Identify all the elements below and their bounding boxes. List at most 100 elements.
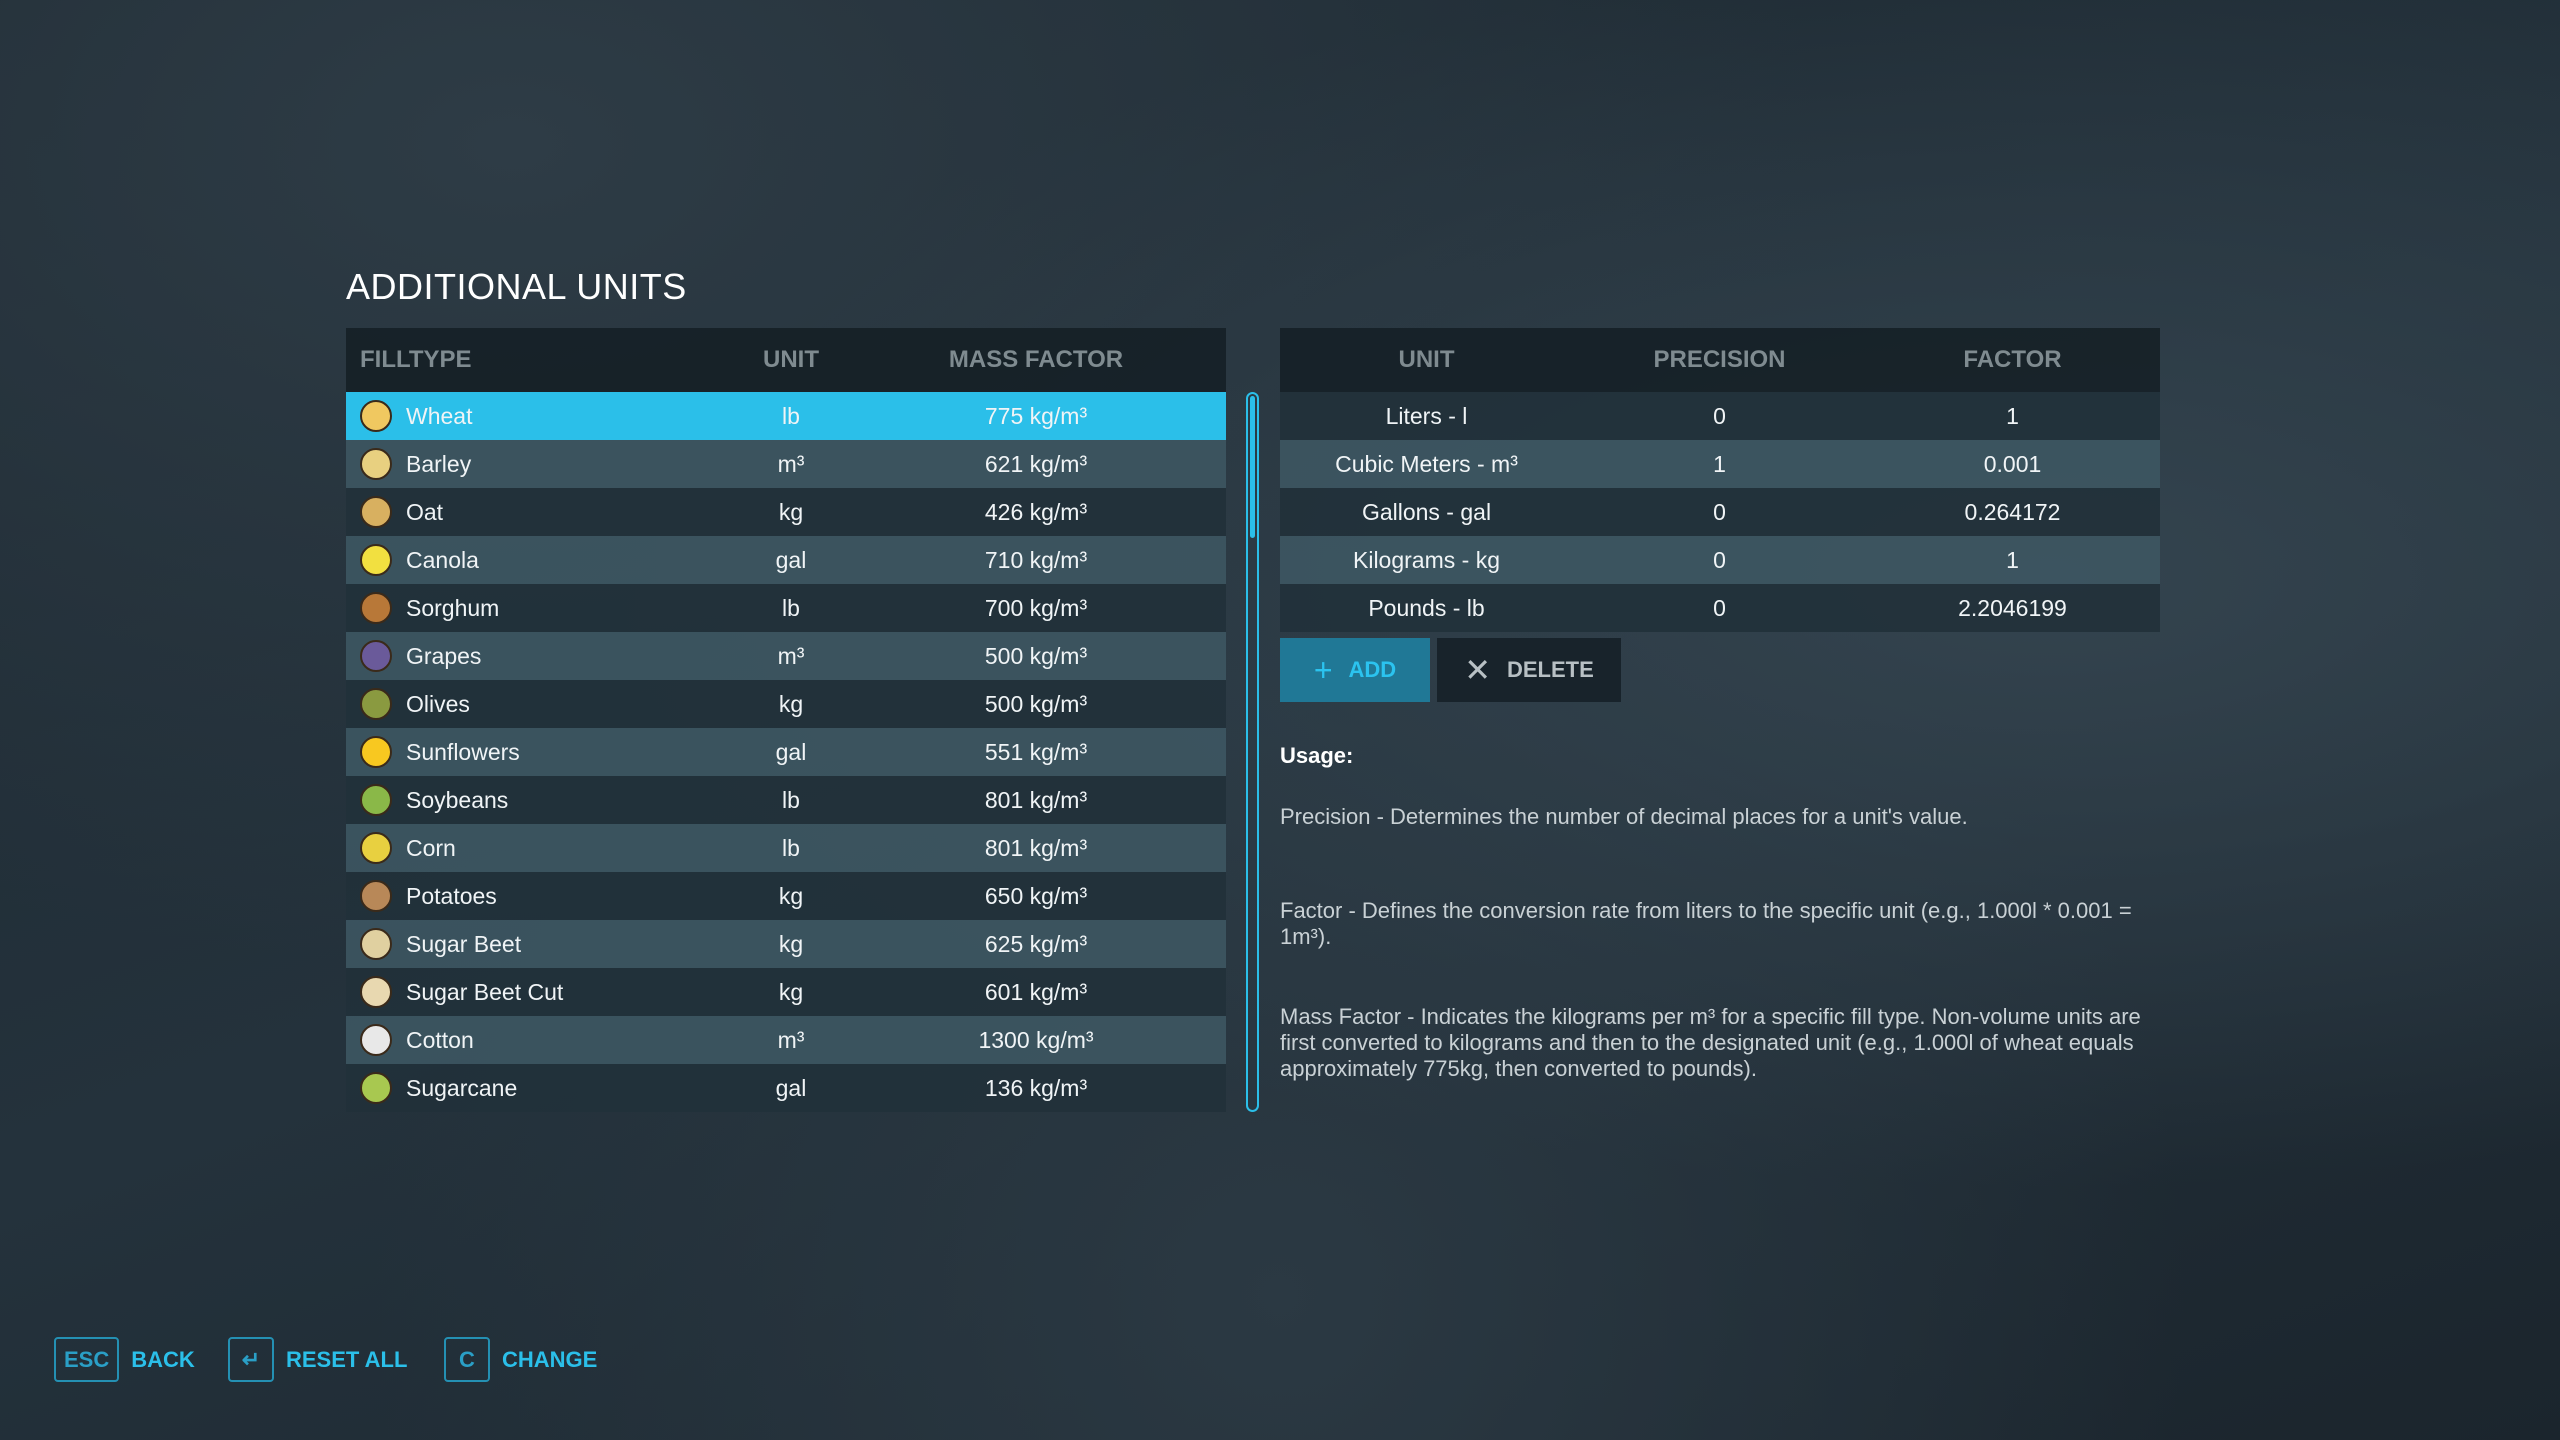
change-label: CHANGE bbox=[502, 1346, 598, 1372]
filltype-row[interactable]: Barley m³ 621 kg/m³ bbox=[346, 440, 1226, 488]
filltype-unit: m³ bbox=[777, 450, 805, 477]
filltype-row[interactable]: Canola gal 710 kg/m³ bbox=[346, 536, 1226, 584]
filltype-unit: lb bbox=[782, 594, 800, 621]
filltype-row[interactable]: Sunflowers gal 551 kg/m³ bbox=[346, 728, 1226, 776]
filltype-name: Soybeans bbox=[406, 786, 509, 813]
filltype-row[interactable]: Sugar Beet kg 625 kg/m³ bbox=[346, 920, 1226, 968]
unit-precision: 0 bbox=[1713, 546, 1726, 573]
unit-row[interactable]: Pounds - lb 0 2.2046199 bbox=[1280, 584, 2160, 632]
filltype-mass-factor: 500 kg/m³ bbox=[984, 642, 1088, 669]
sorghum-icon bbox=[360, 592, 392, 624]
unit-name: Gallons - gal bbox=[1361, 498, 1492, 525]
unit-precision: 0 bbox=[1713, 594, 1726, 621]
add-label: ADD bbox=[1348, 657, 1397, 682]
corn-icon bbox=[360, 832, 392, 864]
unit-row[interactable]: Kilograms - kg 0 1 bbox=[1280, 536, 2160, 584]
filltype-unit: lb bbox=[782, 834, 800, 861]
filltype-mass-factor: 700 kg/m³ bbox=[984, 594, 1088, 621]
header-unit: UNIT bbox=[1398, 346, 1455, 373]
filltype-unit: kg bbox=[778, 690, 804, 717]
oat-icon bbox=[360, 496, 392, 528]
usage-factor: Factor - Defines the conversion rate fro… bbox=[1280, 898, 2132, 949]
delete-label: DELETE bbox=[1507, 657, 1594, 682]
unit-row[interactable]: Liters - l 0 1 bbox=[1280, 392, 2160, 440]
filltype-mass-factor: 500 kg/m³ bbox=[984, 690, 1088, 717]
enter-key-icon: ↵ bbox=[228, 1337, 274, 1382]
filltype-row[interactable]: Corn lb 801 kg/m³ bbox=[346, 824, 1226, 872]
filltype-unit: gal bbox=[775, 546, 807, 573]
filltype-row[interactable]: Potatoes kg 650 kg/m³ bbox=[346, 872, 1226, 920]
filltype-name: Sorghum bbox=[406, 594, 500, 621]
unit-name: Cubic Meters - m³ bbox=[1335, 450, 1518, 477]
sugarcane-icon bbox=[360, 1072, 392, 1104]
unit-factor: 0.264172 bbox=[1964, 498, 2061, 525]
unit-factor: 1 bbox=[2006, 546, 2019, 573]
filltype-name: Barley bbox=[406, 450, 472, 477]
filltype-unit: m³ bbox=[777, 1026, 805, 1053]
sugar-beet-cut-icon bbox=[360, 976, 392, 1008]
header-factor: FACTOR bbox=[1963, 346, 2062, 373]
filltype-unit: kg bbox=[778, 882, 804, 909]
filltype-row[interactable]: Grapes m³ 500 kg/m³ bbox=[346, 632, 1226, 680]
filltype-unit: lb bbox=[782, 786, 800, 813]
add-button[interactable]: + ADD bbox=[1280, 638, 1430, 702]
sugar-beet-icon bbox=[360, 928, 392, 960]
units-table-header: UNIT PRECISION FACTOR bbox=[1280, 328, 2160, 392]
filltype-name: Corn bbox=[406, 834, 456, 861]
scrollbar-thumb[interactable] bbox=[1250, 396, 1255, 538]
esc-key-icon: ESC bbox=[54, 1337, 120, 1382]
back-label: BACK bbox=[131, 1346, 195, 1372]
filltype-unit: kg bbox=[778, 978, 804, 1005]
page-title: ADDITIONAL UNITS bbox=[346, 266, 687, 307]
filltype-mass-factor: 625 kg/m³ bbox=[984, 930, 1088, 957]
unit-name: Kilograms - kg bbox=[1353, 546, 1500, 573]
filltype-unit: lb bbox=[782, 402, 800, 429]
filltype-row[interactable]: Olives kg 500 kg/m³ bbox=[346, 680, 1226, 728]
header-precision: PRECISION bbox=[1653, 346, 1786, 373]
filltype-row[interactable]: Sugarcane gal 136 kg/m³ bbox=[346, 1064, 1226, 1112]
filltype-row[interactable]: Wheat lb 775 kg/m³ bbox=[346, 392, 1226, 440]
filltype-table: FILLTYPE UNIT MASS FACTOR Wheat lb 775 kg/… bbox=[346, 328, 1226, 1112]
unit-precision: 0 bbox=[1713, 402, 1726, 429]
reset-all-label: RESET ALL bbox=[286, 1346, 408, 1372]
filltype-mass-factor: 801 kg/m³ bbox=[984, 786, 1088, 813]
filltype-name: Sugar Beet bbox=[406, 930, 522, 957]
filltype-mass-factor: 426 kg/m³ bbox=[984, 498, 1088, 525]
filltype-row[interactable]: Sugar Beet Cut kg 601 kg/m³ bbox=[346, 968, 1226, 1016]
header-filltype: FILLTYPE bbox=[360, 346, 472, 373]
filltype-scrollbar[interactable] bbox=[1246, 392, 1259, 1112]
unit-name: Liters - l bbox=[1385, 402, 1468, 429]
unit-factor: 1 bbox=[2006, 402, 2019, 429]
filltype-row[interactable]: Cotton m³ 1300 kg/m³ bbox=[346, 1016, 1226, 1064]
unit-row[interactable]: Cubic Meters - m³ 1 0.001 bbox=[1280, 440, 2160, 488]
filltype-name: Sugar Beet Cut bbox=[406, 978, 564, 1005]
filltype-mass-factor: 1300 kg/m³ bbox=[978, 1026, 1094, 1053]
units-table: UNIT PRECISION FACTOR Liters - l 0 1 Cubic … bbox=[1280, 328, 2160, 632]
filltype-unit: gal bbox=[775, 738, 807, 765]
unit-row[interactable]: Gallons - gal 0 0.264172 bbox=[1280, 488, 2160, 536]
unit-factor: 0.001 bbox=[1983, 450, 2042, 477]
usage-heading: Usage: bbox=[1280, 743, 1354, 768]
filltype-row[interactable]: Sorghum lb 700 kg/m³ bbox=[346, 584, 1226, 632]
soybeans-icon bbox=[360, 784, 392, 816]
back-button[interactable]: ESC BACK bbox=[54, 1337, 195, 1382]
delete-button[interactable]: ✕ DELETE bbox=[1437, 638, 1621, 702]
filltype-table-header: FILLTYPE UNIT MASS FACTOR bbox=[346, 328, 1226, 392]
filltype-row[interactable]: Soybeans lb 801 kg/m³ bbox=[346, 776, 1226, 824]
filltype-mass-factor: 650 kg/m³ bbox=[984, 882, 1088, 909]
reset-all-button[interactable]: ↵ RESET ALL bbox=[228, 1337, 407, 1382]
filltype-row[interactable]: Oat kg 426 kg/m³ bbox=[346, 488, 1226, 536]
plus-icon: + bbox=[1313, 651, 1333, 688]
filltype-unit: m³ bbox=[777, 642, 805, 669]
filltype-mass-factor: 136 kg/m³ bbox=[984, 1074, 1088, 1101]
filltype-unit: gal bbox=[775, 1074, 807, 1101]
cotton-icon bbox=[360, 1024, 392, 1056]
filltype-name: Canola bbox=[406, 546, 479, 573]
filltype-unit: kg bbox=[778, 498, 804, 525]
change-button[interactable]: C CHANGE bbox=[444, 1337, 597, 1382]
barley-icon bbox=[360, 448, 392, 480]
grapes-icon bbox=[360, 640, 392, 672]
filltype-name: Sunflowers bbox=[406, 738, 520, 765]
usage-precision: Precision - Determines the number of dec… bbox=[1280, 804, 1968, 829]
wheat-icon bbox=[360, 400, 392, 432]
